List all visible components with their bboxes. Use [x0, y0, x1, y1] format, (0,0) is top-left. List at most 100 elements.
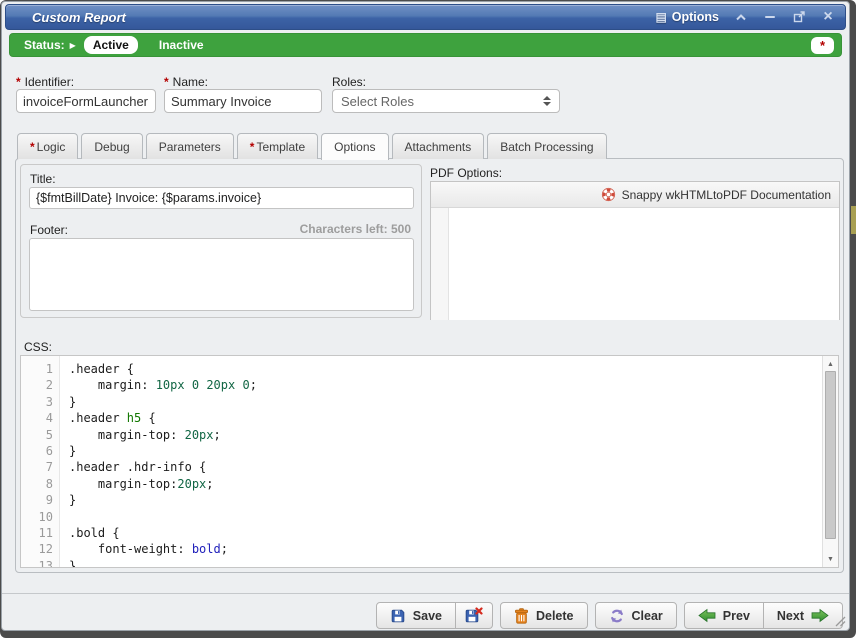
- tab-options[interactable]: Options: [321, 133, 388, 160]
- code-text: font-weight: bold;: [60, 541, 228, 557]
- line-number: 8: [21, 476, 60, 492]
- custom-report-window: Custom Report ▤ Options ×: [1, 1, 850, 631]
- window-title: Custom Report: [32, 10, 126, 25]
- clear-button[interactable]: Clear: [595, 602, 677, 629]
- save-button-label: Save: [413, 609, 442, 623]
- tab-label: Logic: [37, 140, 66, 154]
- footer-separator: [2, 593, 849, 594]
- footer-toolbar: Save: [376, 602, 843, 629]
- arrow-right-icon: [811, 608, 829, 623]
- list-icon: ▤: [655, 10, 666, 24]
- tab-label: Debug: [94, 140, 129, 154]
- popout-icon[interactable]: [792, 10, 806, 24]
- floppy-save-icon: [390, 608, 406, 624]
- code-line: 9}: [21, 492, 822, 508]
- title-label: Title:: [30, 172, 56, 186]
- line-number: 13: [21, 558, 60, 568]
- pdf-editor-gutter: [431, 208, 449, 320]
- line-number: 12: [21, 541, 60, 557]
- css-editor[interactable]: 1.header {2 margin: 10px 0 20px 0;3}4.he…: [20, 355, 839, 568]
- code-line: 10: [21, 509, 822, 525]
- roles-select[interactable]: Select Roles: [332, 89, 560, 113]
- identifier-input[interactable]: [16, 89, 156, 113]
- refresh-arrows-icon: [609, 608, 625, 624]
- line-number: 3: [21, 394, 60, 410]
- options-menu[interactable]: ▤ Options: [655, 10, 719, 24]
- tab-batch-processing[interactable]: Batch Processing: [487, 133, 606, 159]
- save-button-group: Save: [376, 602, 493, 629]
- footer-textarea[interactable]: [29, 238, 414, 311]
- required-asterisk-icon: *: [250, 140, 255, 154]
- next-button[interactable]: Next: [764, 602, 843, 629]
- pdf-options-editor[interactable]: [431, 208, 839, 320]
- required-asterisk-icon: *: [164, 75, 169, 89]
- titlebar-controls: ▤ Options ×: [655, 5, 835, 29]
- titlebar: Custom Report ▤ Options ×: [5, 4, 846, 30]
- status-active-button[interactable]: Active: [84, 36, 138, 54]
- code-line: 6}: [21, 443, 822, 459]
- pdf-options-label: PDF Options:: [430, 166, 502, 180]
- code-text: .header h5 {: [60, 410, 156, 426]
- title-input[interactable]: [29, 187, 414, 209]
- tab-label: Attachments: [405, 140, 472, 154]
- code-line: 11.bold {: [21, 525, 822, 541]
- save-button[interactable]: Save: [376, 602, 456, 629]
- characters-left-counter: Characters left: 500: [300, 222, 411, 236]
- code-line: 5 margin-top: 20px;: [21, 427, 822, 443]
- arrow-left-icon: [698, 608, 716, 623]
- scrollbar-thumb[interactable]: [825, 371, 836, 539]
- css-editor-scrollbar[interactable]: ▲ ▼: [822, 356, 838, 567]
- scroll-down-button[interactable]: ▼: [823, 552, 838, 566]
- tab-label: Template: [256, 140, 305, 154]
- save-remove-button[interactable]: [456, 602, 493, 629]
- window-frame: Custom Report ▤ Options ×: [0, 0, 856, 638]
- code-line: 1.header {: [21, 361, 822, 377]
- footer-label: Footer:: [30, 223, 68, 237]
- css-label: CSS:: [24, 340, 52, 354]
- roles-label: Roles:: [332, 75, 366, 89]
- code-line: 13}: [21, 558, 822, 568]
- tab-logic[interactable]: *Logic: [17, 133, 78, 159]
- name-input[interactable]: [164, 89, 322, 113]
- floppy-x-icon: [465, 607, 483, 624]
- tab-attachments[interactable]: Attachments: [392, 133, 485, 159]
- title-footer-box: Title: Footer: Characters left: 500: [20, 164, 422, 318]
- tab-template[interactable]: *Template: [237, 133, 318, 159]
- status-inactive-button[interactable]: Inactive: [150, 36, 213, 54]
- required-asterisk-icon: *: [30, 140, 35, 154]
- collapse-chevron-up-icon[interactable]: [734, 10, 748, 24]
- pdf-documentation-link[interactable]: Snappy wkHTMLtoPDF Documentation: [622, 188, 831, 202]
- name-label: *Name:: [164, 75, 208, 89]
- line-number: 5: [21, 427, 60, 443]
- code-text: [60, 509, 69, 525]
- select-arrows-icon: [543, 96, 551, 106]
- close-icon[interactable]: ×: [821, 10, 835, 24]
- resize-grip[interactable]: [834, 615, 846, 627]
- nav-button-group: Prev Next: [684, 602, 843, 629]
- tab-label: Batch Processing: [500, 140, 593, 154]
- code-text: .header .hdr-info {: [60, 459, 206, 475]
- required-badge[interactable]: *: [811, 37, 834, 54]
- code-text: .bold {: [60, 525, 120, 541]
- code-text: }: [60, 443, 76, 459]
- code-text: .header {: [60, 361, 134, 377]
- prev-button[interactable]: Prev: [684, 602, 764, 629]
- minimize-icon[interactable]: [763, 10, 777, 24]
- tab-debug[interactable]: Debug: [81, 133, 142, 159]
- status-arrow-icon: ▶: [70, 41, 76, 50]
- css-code-lines: 1.header {2 margin: 10px 0 20px 0;3}4.he…: [21, 361, 822, 568]
- line-number: 9: [21, 492, 60, 508]
- code-line: 8 margin-top:20px;: [21, 476, 822, 492]
- scroll-up-button[interactable]: ▲: [823, 357, 838, 371]
- next-button-label: Next: [777, 609, 804, 623]
- roles-select-value: Select Roles: [341, 94, 414, 109]
- required-asterisk-icon: *: [16, 75, 21, 89]
- tab-parameters[interactable]: Parameters: [146, 133, 234, 159]
- status-bar: Status: ▶ Active Inactive *: [9, 33, 842, 57]
- line-number: 7: [21, 459, 60, 475]
- code-line: 12 font-weight: bold;: [21, 541, 822, 557]
- code-line: 7.header .hdr-info {: [21, 459, 822, 475]
- delete-button[interactable]: Delete: [500, 602, 588, 629]
- delete-button-label: Delete: [536, 609, 574, 623]
- code-text: margin: 10px 0 20px 0;: [60, 377, 257, 393]
